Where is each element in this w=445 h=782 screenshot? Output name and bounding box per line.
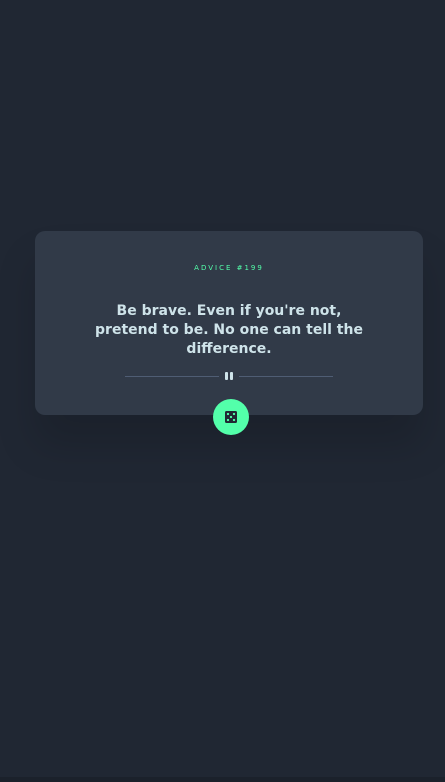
dice-button[interactable] xyxy=(213,399,249,435)
advice-card: ADVICE #199 Be brave. Even if you're not… xyxy=(35,231,423,415)
bottom-bar xyxy=(0,777,445,782)
advice-text: Be brave. Even if you're not, pretend to… xyxy=(95,303,363,357)
divider xyxy=(125,370,333,382)
divider-line-left xyxy=(125,376,219,377)
dice-icon xyxy=(225,411,237,423)
divider-line-right xyxy=(239,376,333,377)
pause-icon xyxy=(223,371,235,381)
advice-id: ADVICE #199 xyxy=(194,264,264,272)
